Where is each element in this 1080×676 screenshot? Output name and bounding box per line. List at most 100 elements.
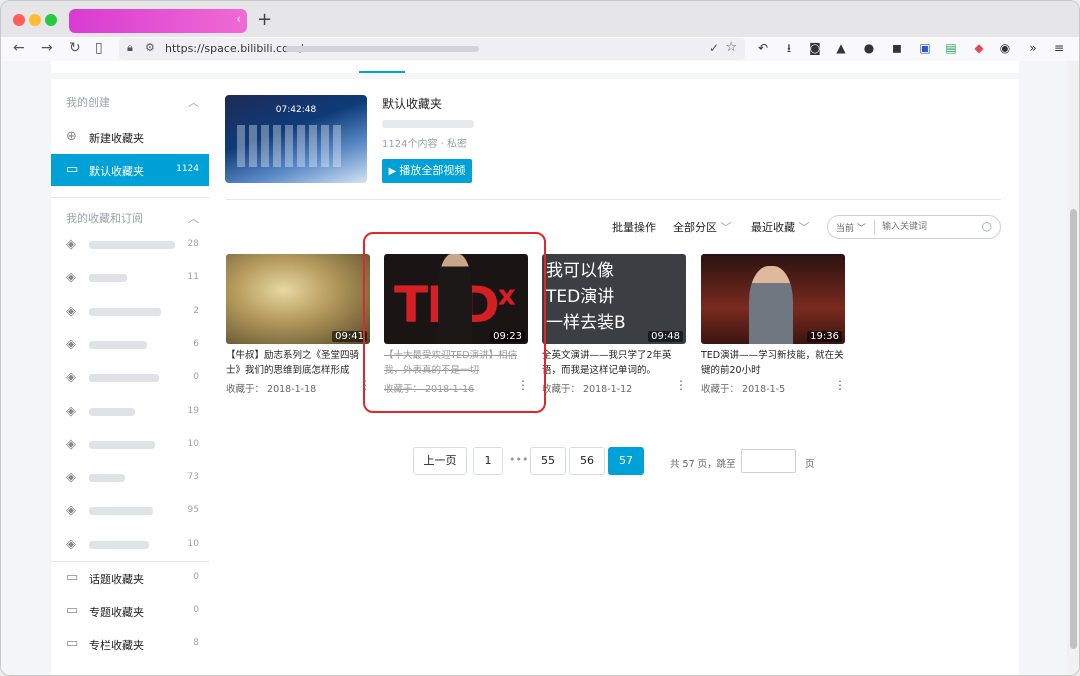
download-icon[interactable]: ⭳ xyxy=(781,40,797,56)
circle-extension-icon[interactable]: ● xyxy=(861,40,877,56)
active-tab-indicator xyxy=(359,71,405,73)
header-tabs-strip xyxy=(51,61,1019,73)
collapse-collections-icon[interactable]: ︿ xyxy=(188,210,199,226)
batch-operation-button[interactable]: 批量操作 xyxy=(612,219,656,235)
permissions-icon[interactable]: ⚙︎ xyxy=(145,41,155,54)
page-button-1[interactable]: 1 xyxy=(473,447,503,475)
sidebar-item-subscription[interactable]: ◈ 10 xyxy=(51,429,209,461)
thumbnail-caption-line: 一样去装B xyxy=(546,313,626,333)
speaker-figure xyxy=(749,266,793,344)
pocket-icon[interactable]: ◆ xyxy=(971,40,987,56)
new-tab-button[interactable]: + xyxy=(257,9,272,30)
sidebar-item-special-folder[interactable]: ▭ 专题收藏夹 0 xyxy=(51,595,209,627)
url-path-redacted xyxy=(285,46,479,52)
save-icon[interactable]: ▤ xyxy=(943,40,959,56)
page-button-56[interactable]: 56 xyxy=(569,447,605,475)
page-scrollbar[interactable] xyxy=(1067,61,1079,675)
collapse-created-icon[interactable]: ︿ xyxy=(188,94,199,110)
sidebar-item-subscription[interactable]: ◈ 2 xyxy=(51,296,209,328)
sidebar-item-subscription[interactable]: ◈ 95 xyxy=(51,495,209,527)
sidebar-item-subscription[interactable]: ◈ 11 xyxy=(51,262,209,294)
overflow-chevron-icon[interactable]: » xyxy=(1025,40,1041,56)
screenshot-icon[interactable]: ◙ xyxy=(807,40,823,56)
video-title[interactable]: 【牛叔】励志系列之《圣堂四骑士》我们的思维到底怎样形成 xyxy=(226,348,370,378)
password-manager-icon[interactable]: ▣ xyxy=(917,40,933,56)
sidebar-item-topic-folder[interactable]: ▭ 话题收藏夹 0 xyxy=(51,562,209,594)
sidebar-item-subscription[interactable]: ◈ 6 xyxy=(51,329,209,361)
sidebar-item-subscription[interactable]: ◈ 19 xyxy=(51,396,209,428)
subscription-count: 2 xyxy=(193,305,199,316)
undo-close-icon[interactable]: ↶ xyxy=(755,40,771,56)
menu-icon[interactable]: ≡ xyxy=(1051,40,1067,56)
more-options-icon[interactable]: ⋮ xyxy=(675,378,687,392)
address-bar[interactable]: 🔒︎ ⚙︎ https://space.bilibili.com/ ✓ ☆ xyxy=(119,38,745,60)
video-thumbnail[interactable]: 09:41 xyxy=(226,254,370,344)
sidebar-toggle-icon[interactable]: ▯ xyxy=(95,40,103,56)
video-thumbnail[interactable]: 19:36 xyxy=(701,254,845,344)
page-content: 我的创建 ︿ ⊕ 新建收藏夹 ▭ 默认收藏夹 1124 我的收藏和订阅 ︿ ◈ 2… xyxy=(1,61,1067,675)
video-thumbnail[interactable]: 我可以像 TED演讲 一样去装B 09:48 xyxy=(542,254,686,344)
subscription-count: 0 xyxy=(193,372,199,383)
prev-page-button[interactable]: 上一页 xyxy=(413,447,467,475)
panda-extension-icon[interactable]: ◉ xyxy=(997,40,1013,56)
more-options-icon[interactable]: ⋮ xyxy=(834,378,846,392)
scrollbar-thumb[interactable] xyxy=(1070,209,1077,649)
special-folder-label: 专题收藏夹 xyxy=(89,606,144,619)
sidebar-item-column-folder[interactable]: ▭ 专栏收藏夹 8 xyxy=(51,628,209,660)
folder-icon: ▭ xyxy=(66,570,79,585)
more-options-icon[interactable]: ⋮ xyxy=(517,378,529,392)
navigation-bar: ← → ↻ ▯ 🔒︎ ⚙︎ https://space.bilibili.com… xyxy=(1,37,1079,61)
zoom-window-button[interactable] xyxy=(45,14,57,26)
plus-circle-icon: ⊕ xyxy=(66,129,77,144)
chevron-down-icon: ﹀ xyxy=(720,221,732,234)
play-all-button[interactable]: ▶ 播放全部视频 xyxy=(382,159,472,183)
search-separator xyxy=(874,220,875,234)
page-button-55[interactable]: 55 xyxy=(530,447,566,475)
sidebar-item-subscription[interactable]: ◈ 28 xyxy=(51,229,209,261)
browser-window: ‹ + ← → ↻ ▯ 🔒︎ ⚙︎ https://space.bilibili… xyxy=(0,0,1080,676)
layers-icon: ◈ xyxy=(66,470,76,486)
sidebar-item-subscription[interactable]: ◈ 0 xyxy=(51,362,209,394)
layers-icon: ◈ xyxy=(66,270,76,286)
search-scope-dropdown[interactable]: 当前 ﹀ xyxy=(836,221,866,234)
layers-icon: ◈ xyxy=(66,436,76,452)
minimize-window-button[interactable] xyxy=(29,14,41,26)
tab-close-icon[interactable]: ‹ xyxy=(236,12,241,26)
forward-icon[interactable]: → xyxy=(41,40,53,56)
sidebar-item-subscription[interactable]: ◈ 73 xyxy=(51,462,209,494)
recent-sort-dropdown[interactable]: 最近收藏 ﹀ xyxy=(751,219,810,235)
video-thumbnail[interactable]: TEDx 09:23 xyxy=(384,254,528,344)
more-options-icon[interactable]: ⋮ xyxy=(359,378,371,392)
jump-page-input[interactable] xyxy=(741,449,796,473)
sidebar-item-subscription[interactable]: ◈ 10 xyxy=(51,529,209,561)
ghost-extension-icon[interactable]: ◼ xyxy=(889,40,905,56)
folder-cover-image[interactable]: 07:42:48 xyxy=(225,95,367,183)
video-title[interactable]: 【十大最受欢迎TED演讲】相信我，外表真的不是一切 xyxy=(384,348,528,378)
new-folder-button[interactable]: ⊕ 新建收藏夹 xyxy=(51,121,209,153)
favorites-main: 07:42:48 默认收藏夹 1124个内容 · 私密 ▶ 播放全部视频 批量操作… xyxy=(209,79,1019,675)
bookmark-star-icon[interactable]: ☆ xyxy=(725,40,737,55)
all-zones-label: 全部分区 xyxy=(673,221,717,234)
folder-icon: ▭ xyxy=(66,636,79,651)
rocket-icon[interactable]: ▲ xyxy=(833,40,849,56)
page-button-57[interactable]: 57 xyxy=(608,447,644,475)
video-title[interactable]: TED演讲——学习新技能，就在关键的前20小时 xyxy=(701,348,845,378)
default-folder-count: 1124 xyxy=(176,164,199,174)
video-saved-date: 收藏于： 2018-1-12 xyxy=(542,384,633,395)
back-icon[interactable]: ← xyxy=(13,40,25,56)
special-folder-count: 0 xyxy=(193,605,199,615)
search-icon[interactable]: ○ xyxy=(982,219,992,233)
search-input[interactable] xyxy=(882,219,978,235)
page-unit-text: 页 xyxy=(805,459,815,470)
browser-tab-active[interactable]: ‹ xyxy=(69,9,247,33)
reload-icon[interactable]: ↻ xyxy=(69,40,81,56)
subscription-name-redacted xyxy=(89,307,161,316)
video-title[interactable]: 全英文演讲——我只学了2年英语，而我是这样记单词的。 xyxy=(542,348,686,378)
sidebar-item-default-folder[interactable]: ▭ 默认收藏夹 1124 xyxy=(51,154,209,186)
all-zones-dropdown[interactable]: 全部分区 ﹀ xyxy=(673,219,732,235)
verified-check-icon[interactable]: ✓ xyxy=(709,41,719,55)
close-window-button[interactable] xyxy=(13,14,25,26)
subscription-count: 28 xyxy=(187,239,199,249)
layers-icon: ◈ xyxy=(66,403,76,419)
folder-description-redacted xyxy=(382,120,474,128)
